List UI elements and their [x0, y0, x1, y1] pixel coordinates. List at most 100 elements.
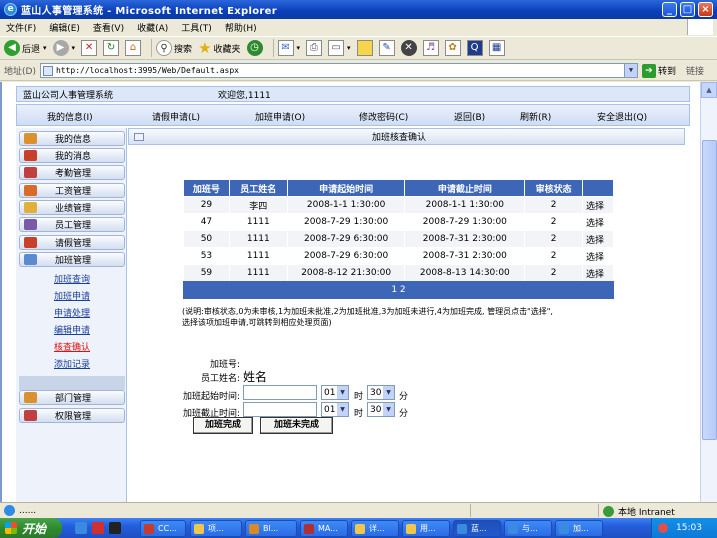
select-link[interactable]: 选择 [582, 264, 614, 282]
employee-name-value: 姓名 [243, 370, 268, 384]
sidebar-item-overtime[interactable]: 加班管理 [19, 252, 125, 267]
windows-logo-icon [687, 19, 713, 35]
table-row: 59 1111 2008-8-12 21:30:00 2008-8-13 14:… [183, 264, 614, 282]
start-hour-select[interactable]: 01 ▼ [321, 385, 349, 400]
select-link[interactable]: 选择 [582, 230, 614, 248]
mail-button[interactable]: ✉ ▾ [277, 40, 300, 56]
select-link[interactable]: 选择 [582, 196, 614, 214]
go-button[interactable]: ➔ 转到 链接 [641, 63, 704, 78]
history-button[interactable]: ◷ [246, 40, 263, 56]
taskbar-task[interactable]: 详... [351, 520, 399, 537]
minimize-button[interactable]: _ [662, 2, 677, 17]
table-pager[interactable]: 1 2 [183, 281, 614, 299]
nav-leave-request[interactable]: 请假申请(L) [152, 110, 200, 123]
nav-overtime-request[interactable]: 加班申请(O) [255, 110, 305, 123]
menu-view[interactable]: 查看(V) [93, 21, 124, 34]
forward-button[interactable]: ▶ ▾ [52, 40, 75, 56]
tool-button-3[interactable]: ✿ [444, 40, 461, 56]
sidebar-sub-add-record[interactable]: 添加记录 [54, 357, 90, 370]
taskbar-task-active[interactable]: 蓝... [453, 520, 501, 537]
edit-button[interactable]: ▭ ▾ [328, 40, 351, 56]
maximize-button[interactable]: □ [680, 2, 695, 17]
sidebar-item-departments[interactable]: 部门管理 [19, 390, 125, 405]
nav-logout[interactable]: 安全退出(Q) [597, 110, 647, 123]
tool-button-2[interactable]: ♬ [422, 40, 439, 56]
cell-status: 2 [524, 230, 584, 248]
vertical-scrollbar[interactable]: ▲ [700, 82, 717, 502]
taskbar-task[interactable]: MA... [300, 520, 348, 537]
scroll-up-arrow-icon[interactable]: ▲ [701, 82, 717, 98]
ie-icon [559, 523, 569, 534]
sidebar-item-employees[interactable]: 员工管理 [19, 217, 125, 232]
overtime-incomplete-button[interactable]: 加班未完成 [260, 417, 333, 434]
windows-flag-icon [5, 522, 17, 534]
welcome-text: 欢迎您,1111 [218, 90, 271, 101]
taskbar-task[interactable]: 用... [402, 520, 450, 537]
messenger-button[interactable]: ✎ [378, 40, 395, 56]
stop-icon: ✕ [81, 40, 98, 56]
address-input[interactable]: http://localhost:3995/Web/Default.aspx ▼ [39, 63, 638, 78]
sidebar-sub-overtime-apply[interactable]: 加班申请 [54, 289, 90, 302]
sidebar-item-label: 工资管理 [55, 187, 92, 197]
clock[interactable]: 15:03 [676, 523, 702, 533]
sidebar-item-leave[interactable]: 请假管理 [19, 235, 125, 250]
taskbar-task[interactable]: CC... [140, 520, 186, 537]
menu-edit[interactable]: 编辑(E) [49, 21, 80, 34]
chevron-down-icon[interactable]: ▼ [623, 64, 637, 77]
favorites-button[interactable]: ★ 收藏夹 [198, 39, 240, 57]
nav-back[interactable]: 返回(B) [454, 110, 485, 123]
department-icon [24, 392, 37, 403]
tray-icon[interactable] [658, 523, 668, 533]
sidebar-item-attendance[interactable]: 考勤管理 [19, 165, 125, 180]
menu-tools[interactable]: 工具(T) [181, 21, 212, 34]
scrollbar-thumb[interactable] [702, 140, 717, 440]
table-row: 47 1111 2008-7-29 1:30:00 2008-7-29 1:30… [183, 213, 614, 231]
quicklaunch-cursor-icon[interactable] [109, 522, 121, 534]
tool-button-1[interactable]: ✕ [400, 40, 417, 56]
tool-button-5[interactable]: ▦ [488, 40, 505, 56]
home-button[interactable]: ⌂ [125, 40, 142, 56]
close-button[interactable]: × [698, 2, 713, 17]
sidebar-sub-overtime-query[interactable]: 加班查询 [54, 272, 90, 285]
menu-help[interactable]: 帮助(H) [225, 21, 257, 34]
overtime-complete-button[interactable]: 加班完成 [193, 417, 253, 434]
end-minute-select[interactable]: 30 ▼ [367, 402, 395, 417]
stop-button[interactable]: ✕ [81, 40, 98, 56]
sidebar-item-performance[interactable]: 业绩管理 [19, 200, 125, 215]
select-link[interactable]: 选择 [582, 213, 614, 231]
links-button[interactable]: 链接 [686, 64, 704, 77]
note-line: (说明:审核状态,0为未审核,1为加班未批准,2为加班批准,3为加班未进行,4为… [182, 307, 553, 316]
back-button[interactable]: ◀ 后退 ▾ [4, 40, 47, 56]
end-hour-select[interactable]: 01 ▼ [321, 402, 349, 417]
refresh-button[interactable]: ↻ [103, 40, 120, 56]
print-button[interactable]: ⎙ [306, 40, 323, 56]
taskbar-task[interactable]: 项... [190, 520, 242, 537]
discuss-button[interactable] [356, 40, 373, 56]
nav-refresh[interactable]: 刷新(R) [520, 110, 551, 123]
taskbar-task[interactable]: 加... [555, 520, 603, 537]
start-date-input[interactable] [243, 385, 317, 400]
taskbar-task[interactable]: Bl... [245, 520, 297, 537]
quicklaunch-app-icon[interactable] [92, 522, 104, 534]
menu-favorites[interactable]: 收藏(A) [137, 21, 168, 34]
menu-file[interactable]: 文件(F) [6, 21, 36, 34]
tool-button-4[interactable]: Q [466, 40, 483, 56]
sidebar-sub-request-processing[interactable]: 申请处理 [54, 306, 90, 319]
quicklaunch-ie-icon[interactable] [75, 522, 87, 534]
start-minute-select[interactable]: 30 ▼ [367, 385, 395, 400]
sidebar-sub-edit-request[interactable]: 编辑申请 [54, 323, 90, 336]
nav-change-password[interactable]: 修改密码(C) [359, 110, 408, 123]
status-bar: ...... 本地 Intranet [0, 502, 717, 518]
nav-my-info[interactable]: 我的信息(I) [47, 110, 93, 123]
sidebar-item-salary[interactable]: 工资管理 [19, 183, 125, 198]
search-button[interactable]: ⚲ 搜索 [156, 40, 192, 56]
end-date-input[interactable] [243, 402, 317, 417]
sidebar-item-my-info[interactable]: 我的信息 [19, 131, 125, 146]
sidebar-item-my-messages[interactable]: 我的消息 [19, 148, 125, 163]
sidebar-item-permissions[interactable]: 权限管理 [19, 408, 125, 423]
sidebar-sub-verify-confirm[interactable]: 核查确认 [54, 340, 90, 353]
select-link[interactable]: 选择 [582, 247, 614, 265]
sidebar-item-label: 权限管理 [55, 412, 92, 422]
start-button[interactable]: 开始 [0, 518, 62, 538]
taskbar-task[interactable]: 与... [504, 520, 552, 537]
